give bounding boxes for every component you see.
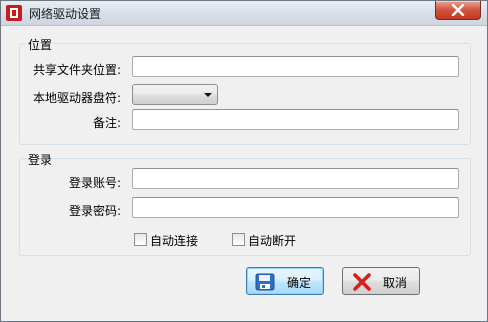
auto-disconnect-checkbox[interactable]: 自动断开	[232, 232, 312, 248]
checkbox-box	[134, 233, 147, 246]
auto-connect-checkbox[interactable]: 自动连接	[134, 232, 214, 248]
account-label: 登录账号:	[68, 176, 121, 190]
checkbox-box	[232, 233, 245, 246]
share-folder-input[interactable]	[132, 56, 459, 77]
location-group-title: 位置	[26, 36, 55, 53]
account-input[interactable]	[132, 168, 459, 189]
note-label: 备注:	[92, 116, 121, 130]
red-x-icon	[353, 273, 371, 291]
drive-letter-select[interactable]	[132, 84, 218, 105]
cancel-label: 取消	[383, 276, 408, 290]
auto-connect-label: 自动连接	[150, 234, 199, 248]
auto-disconnect-label: 自动断开	[248, 234, 297, 248]
share-folder-label: 共享文件夹位置:	[32, 63, 121, 77]
dialog-window: 网络驱动设置 位置 共享文件夹位置: 本地驱动器盘符: 备注: 登录 登录账号:…	[0, 0, 488, 322]
title-bar[interactable]: 网络驱动设置	[1, 1, 487, 26]
save-icon	[255, 273, 275, 291]
window-title: 网络驱动设置	[29, 7, 102, 21]
ok-button[interactable]: 确定	[246, 267, 324, 295]
ok-label: 确定	[287, 276, 312, 290]
password-label: 登录密码:	[68, 204, 121, 218]
app-icon	[6, 5, 22, 21]
drive-letter-label: 本地驱动器盘符:	[32, 91, 121, 105]
note-input[interactable]	[132, 109, 459, 130]
close-button[interactable]	[435, 1, 481, 20]
chevron-down-icon	[204, 93, 212, 97]
close-icon	[451, 4, 465, 16]
cancel-button[interactable]: 取消	[342, 267, 420, 295]
password-input[interactable]	[132, 197, 459, 218]
login-group-title: 登录	[26, 151, 55, 168]
